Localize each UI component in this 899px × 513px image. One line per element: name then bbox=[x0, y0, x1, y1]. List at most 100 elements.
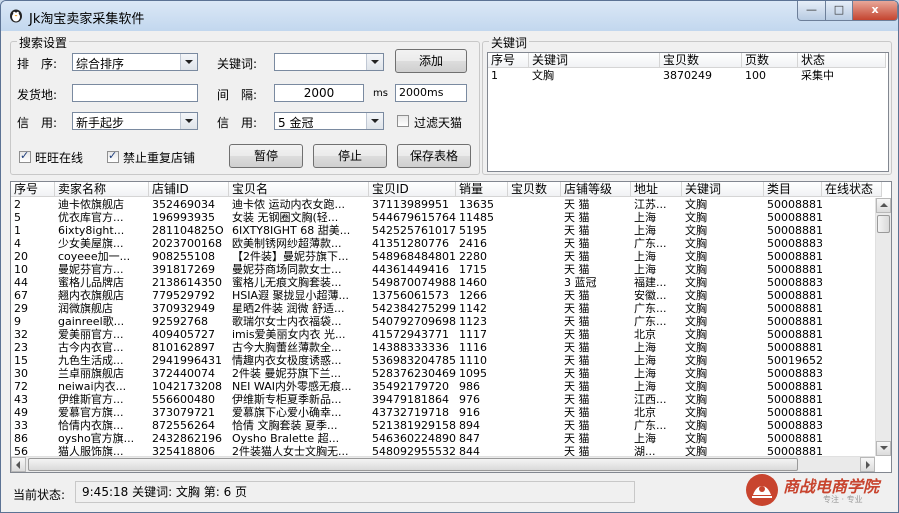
location-input[interactable] bbox=[72, 84, 198, 102]
result-cell bbox=[822, 250, 882, 263]
keyword-header-2[interactable]: 关键词 bbox=[529, 53, 660, 68]
sort-combo[interactable]: 综合排序 bbox=[72, 53, 198, 71]
scroll-up-arrow-icon[interactable] bbox=[876, 198, 891, 213]
result-cell: 33 bbox=[14, 419, 28, 432]
result-header-3[interactable]: 店铺ID bbox=[149, 182, 229, 197]
close-button[interactable]: x bbox=[852, 1, 898, 21]
result-cell: 196993935 bbox=[152, 211, 215, 224]
keyword-header-5[interactable]: 状态 bbox=[798, 53, 886, 68]
result-cell: 情趣内衣女极度诱惑... bbox=[232, 354, 342, 367]
scroll-down-arrow-icon[interactable] bbox=[876, 441, 891, 456]
result-header-8[interactable]: 店铺等级 bbox=[561, 182, 631, 197]
result-cell: 文胸 bbox=[685, 289, 707, 302]
result-cell: 北京 bbox=[634, 328, 656, 341]
result-cell: 521381929158 bbox=[372, 419, 456, 432]
result-cell: 蜜格儿品牌店 bbox=[58, 276, 124, 289]
result-cell: 72 bbox=[14, 380, 28, 393]
horizontal-scroll-thumb[interactable] bbox=[28, 458, 798, 471]
keyword-header-3[interactable]: 宝贝数 bbox=[660, 53, 742, 68]
result-cell: 天 猫 bbox=[564, 328, 590, 341]
search-settings-group: 搜索设置 排 序: 综合排序 关键词: 添加 发货地: 间 隔: 2000 ms… bbox=[10, 34, 480, 175]
result-cell: 北京 bbox=[634, 406, 656, 419]
result-cell: 872556264 bbox=[152, 419, 215, 432]
result-header-9[interactable]: 地址 bbox=[631, 182, 682, 197]
scroll-right-arrow-icon[interactable] bbox=[860, 457, 875, 472]
result-cell: 548968484801 bbox=[372, 250, 456, 263]
keywords-list[interactable]: 序号 关键词 宝贝数 页数 状态 1 文胸 3870249 100 采集中 bbox=[487, 52, 889, 172]
vertical-scroll-thumb[interactable] bbox=[877, 215, 890, 233]
results-table[interactable]: 序号 卖家名称 店铺ID 宝贝名 宝贝ID 销量 宝贝数 店铺等级 地址 关键词 类目 在线状态 2 迪… bbox=[10, 181, 892, 473]
maximize-button[interactable]: □ bbox=[825, 1, 853, 21]
result-cell: 810162897 bbox=[152, 341, 215, 354]
interval-input[interactable]: 2000 bbox=[274, 84, 364, 102]
result-cell: 50008881 bbox=[767, 328, 822, 341]
result-cell: 41351280776 bbox=[372, 237, 449, 250]
result-cell bbox=[508, 328, 561, 341]
result-cell: neiwai内衣... bbox=[58, 380, 127, 393]
result-cell: 13635 bbox=[459, 198, 494, 211]
result-cell: 恰倩内衣旗... bbox=[58, 419, 124, 432]
result-cell: 爱美丽官方... bbox=[58, 328, 124, 341]
result-header-2[interactable]: 卖家名称 bbox=[55, 182, 149, 197]
pause-button[interactable]: 暂停 bbox=[229, 144, 303, 168]
chevron-down-icon[interactable] bbox=[180, 54, 197, 70]
stop-button[interactable]: 停止 bbox=[313, 144, 387, 168]
title-bar[interactable]: Jk淘宝卖家采集软件 — □ x bbox=[1, 1, 898, 31]
result-cell: 10 bbox=[14, 263, 28, 276]
result-cell: 文胸 bbox=[685, 276, 707, 289]
credit-from-combo[interactable]: 新手起步 bbox=[72, 112, 198, 130]
result-cell: 上海 bbox=[634, 354, 656, 367]
result-header-5[interactable]: 宝贝ID bbox=[369, 182, 456, 197]
add-button[interactable]: 添加 bbox=[395, 49, 467, 73]
filter-tmall-checkbox[interactable] bbox=[397, 115, 409, 127]
result-cell: 49 bbox=[14, 406, 28, 419]
keyword-header-4[interactable]: 页数 bbox=[742, 53, 798, 68]
result-header-10[interactable]: 关键词 bbox=[682, 182, 764, 197]
result-header-7[interactable]: 宝贝数 bbox=[508, 182, 561, 197]
result-cell: 92592768 bbox=[152, 315, 208, 328]
result-cell: 2941996431 bbox=[152, 354, 222, 367]
chevron-down-icon[interactable] bbox=[366, 113, 383, 129]
result-cell: NEI WAI内外零感无痕... bbox=[232, 380, 352, 393]
penguin-app-icon bbox=[10, 9, 22, 23]
result-cell: 847 bbox=[459, 432, 480, 445]
result-cell: 9 bbox=[14, 315, 21, 328]
minimize-button[interactable]: — bbox=[797, 1, 826, 21]
result-cell bbox=[822, 211, 882, 224]
results-vertical-scrollbar[interactable] bbox=[875, 198, 891, 456]
scroll-left-arrow-icon[interactable] bbox=[11, 457, 26, 472]
result-cell: 2023700168 bbox=[152, 237, 222, 250]
result-header-1[interactable]: 序号 bbox=[11, 182, 55, 197]
result-cell: 976 bbox=[459, 393, 480, 406]
credit-to-combo[interactable]: 5 金冠 bbox=[274, 112, 384, 130]
result-cell bbox=[822, 432, 882, 445]
result-header-4[interactable]: 宝贝名 bbox=[229, 182, 369, 197]
no-duplicate-shop-checkbox[interactable] bbox=[107, 149, 119, 163]
result-cell: 50008883 bbox=[767, 237, 822, 250]
result-header-12[interactable]: 在线状态 bbox=[822, 182, 882, 197]
result-cell: 文胸 bbox=[685, 211, 707, 224]
result-cell: 1266 bbox=[459, 289, 487, 302]
keyword-combo[interactable] bbox=[274, 53, 384, 71]
chevron-down-icon[interactable] bbox=[180, 113, 197, 129]
result-cell: 556600480 bbox=[152, 393, 215, 406]
result-cell: 文胸 bbox=[685, 393, 707, 406]
result-cell: 天 猫 bbox=[564, 406, 590, 419]
result-header-6[interactable]: 销量 bbox=[456, 182, 508, 197]
wangwang-online-checkbox[interactable] bbox=[19, 149, 31, 163]
keyword-cell: 文胸 bbox=[532, 69, 554, 82]
keyword-header-1[interactable]: 序号 bbox=[488, 53, 529, 68]
result-cell: 50008883 bbox=[767, 419, 822, 432]
status-label: 当前状态: bbox=[13, 488, 66, 502]
result-cell: 天 猫 bbox=[564, 263, 590, 276]
keyword-label: 关键词: bbox=[217, 57, 258, 71]
results-horizontal-scrollbar[interactable] bbox=[11, 456, 875, 472]
result-header-11[interactable]: 类目 bbox=[764, 182, 822, 197]
result-cell: 文胸 bbox=[685, 432, 707, 445]
save-table-button[interactable]: 保存表格 bbox=[397, 144, 471, 168]
result-cell: 409405727 bbox=[152, 328, 215, 341]
result-cell: 2 bbox=[14, 198, 21, 211]
result-cell: 天 猫 bbox=[564, 250, 590, 263]
chevron-down-icon[interactable] bbox=[366, 54, 383, 70]
result-cell: 50008881 bbox=[767, 211, 822, 224]
